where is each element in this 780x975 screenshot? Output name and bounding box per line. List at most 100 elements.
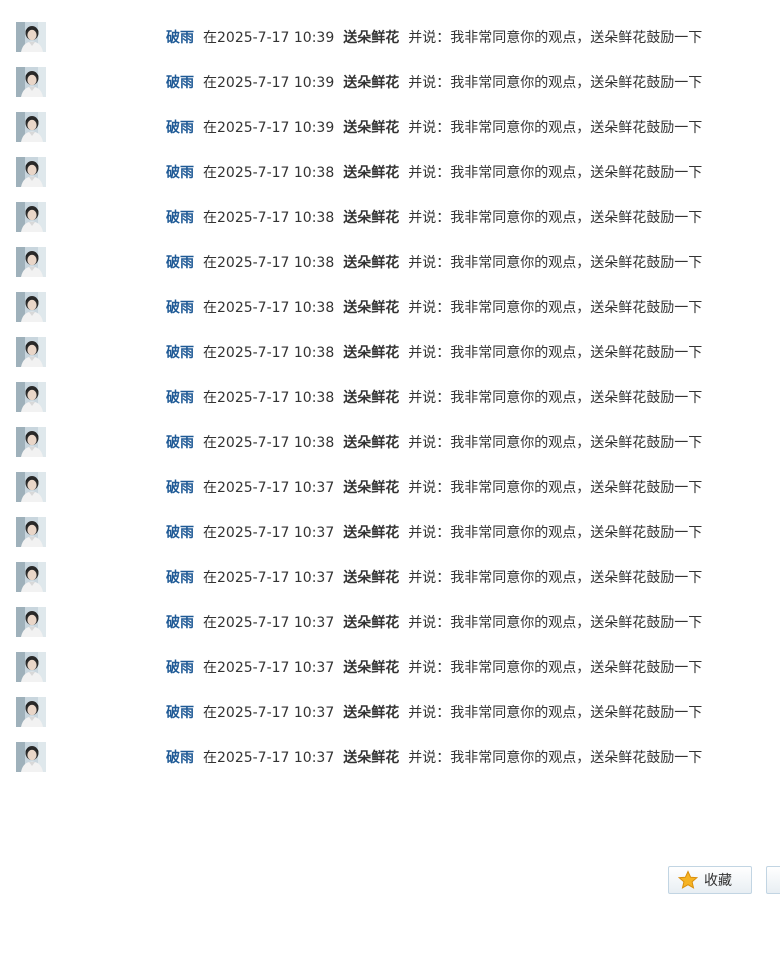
- gift-action: 送朵鲜花: [343, 570, 400, 586]
- timestamp: 在2025-7-17 10:38: [203, 210, 335, 226]
- gift-comment: 并说：我非常同意你的观点，送朵鲜花鼓励一下: [408, 615, 703, 631]
- username-link[interactable]: 破雨: [166, 750, 194, 766]
- user-avatar[interactable]: [16, 112, 46, 142]
- username-link[interactable]: 破雨: [166, 615, 194, 631]
- gift-comment: 并说：我非常同意你的观点，送朵鲜花鼓励一下: [408, 705, 703, 721]
- gift-action: 送朵鲜花: [343, 390, 400, 406]
- feed-item: 破雨 在2025-7-17 10:37 送朵鲜花 并说：我非常同意你的观点，送朵鲜花鼓…: [16, 472, 780, 517]
- username-link[interactable]: 破雨: [166, 165, 194, 181]
- username-link[interactable]: 破雨: [166, 30, 194, 46]
- username-link[interactable]: 破雨: [166, 75, 194, 91]
- feed-item: 破雨 在2025-7-17 10:37 送朵鲜花 并说：我非常同意你的观点，送朵鲜花鼓…: [16, 607, 780, 652]
- feed-item-text: 破雨 在2025-7-17 10:39 送朵鲜花 并说：我非常同意你的观点，送朵鲜花鼓…: [166, 30, 702, 46]
- user-avatar[interactable]: [16, 472, 46, 502]
- flower-gift-feed: 破雨 在2025-7-17 10:39 送朵鲜花 并说：我非常同意你的观点，送朵鲜花鼓…: [16, 22, 780, 787]
- feed-item-text: 破雨 在2025-7-17 10:37 送朵鲜花 并说：我非常同意你的观点，送朵鲜花鼓…: [166, 570, 702, 586]
- favorite-label: 收藏: [704, 873, 732, 889]
- gift-action: 送朵鲜花: [343, 660, 400, 676]
- timestamp: 在2025-7-17 10:37: [203, 570, 335, 586]
- gift-comment: 并说：我非常同意你的观点，送朵鲜花鼓励一下: [408, 120, 703, 136]
- user-avatar[interactable]: [16, 652, 46, 682]
- feed-item: 破雨 在2025-7-17 10:38 送朵鲜花 并说：我非常同意你的观点，送朵鲜花鼓…: [16, 427, 780, 472]
- feed-item: 破雨 在2025-7-17 10:37 送朵鲜花 并说：我非常同意你的观点，送朵鲜花鼓…: [16, 562, 780, 607]
- feed-item: 破雨 在2025-7-17 10:39 送朵鲜花 并说：我非常同意你的观点，送朵鲜花鼓…: [16, 22, 780, 67]
- username-link[interactable]: 破雨: [166, 255, 194, 271]
- user-avatar[interactable]: [16, 427, 46, 457]
- gift-action: 送朵鲜花: [343, 120, 400, 136]
- gift-comment: 并说：我非常同意你的观点，送朵鲜花鼓励一下: [408, 165, 703, 181]
- feed-item-text: 破雨 在2025-7-17 10:38 送朵鲜花 并说：我非常同意你的观点，送朵鲜花鼓…: [166, 390, 702, 406]
- gift-comment: 并说：我非常同意你的观点，送朵鲜花鼓励一下: [408, 570, 703, 586]
- username-link[interactable]: 破雨: [166, 435, 194, 451]
- user-avatar[interactable]: [16, 517, 46, 547]
- feed-item: 破雨 在2025-7-17 10:37 送朵鲜花 并说：我非常同意你的观点，送朵鲜花鼓…: [16, 517, 780, 562]
- feed-item: 破雨 在2025-7-17 10:38 送朵鲜花 并说：我非常同意你的观点，送朵鲜花鼓…: [16, 382, 780, 427]
- feed-item-text: 破雨 在2025-7-17 10:39 送朵鲜花 并说：我非常同意你的观点，送朵鲜花鼓…: [166, 120, 702, 136]
- feed-item-text: 破雨 在2025-7-17 10:38 送朵鲜花 并说：我非常同意你的观点，送朵鲜花鼓…: [166, 165, 702, 181]
- username-link[interactable]: 破雨: [166, 705, 194, 721]
- gift-action: 送朵鲜花: [343, 705, 400, 721]
- feed-item-text: 破雨 在2025-7-17 10:39 送朵鲜花 并说：我非常同意你的观点，送朵鲜花鼓…: [166, 75, 702, 91]
- timestamp: 在2025-7-17 10:38: [203, 300, 335, 316]
- user-avatar[interactable]: [16, 562, 46, 592]
- more-action-button[interactable]: [766, 866, 780, 894]
- user-avatar[interactable]: [16, 67, 46, 97]
- feed-item: 破雨 在2025-7-17 10:38 送朵鲜花 并说：我非常同意你的观点，送朵鲜花鼓…: [16, 292, 780, 337]
- feed-item: 破雨 在2025-7-17 10:37 送朵鲜花 并说：我非常同意你的观点，送朵鲜花鼓…: [16, 697, 780, 742]
- user-avatar[interactable]: [16, 202, 46, 232]
- gift-action: 送朵鲜花: [343, 480, 400, 496]
- timestamp: 在2025-7-17 10:37: [203, 615, 335, 631]
- gift-action: 送朵鲜花: [343, 345, 400, 361]
- gift-action: 送朵鲜花: [343, 165, 400, 181]
- user-avatar[interactable]: [16, 22, 46, 52]
- username-link[interactable]: 破雨: [166, 300, 194, 316]
- gift-action: 送朵鲜花: [343, 255, 400, 271]
- feed-item: 破雨 在2025-7-17 10:37 送朵鲜花 并说：我非常同意你的观点，送朵鲜花鼓…: [16, 742, 780, 787]
- gift-comment: 并说：我非常同意你的观点，送朵鲜花鼓励一下: [408, 345, 703, 361]
- feed-item: 破雨 在2025-7-17 10:39 送朵鲜花 并说：我非常同意你的观点，送朵鲜花鼓…: [16, 67, 780, 112]
- username-link[interactable]: 破雨: [166, 345, 194, 361]
- username-link[interactable]: 破雨: [166, 480, 194, 496]
- timestamp: 在2025-7-17 10:37: [203, 705, 335, 721]
- user-avatar[interactable]: [16, 607, 46, 637]
- username-link[interactable]: 破雨: [166, 390, 194, 406]
- username-link[interactable]: 破雨: [166, 660, 194, 676]
- user-avatar[interactable]: [16, 382, 46, 412]
- feed-item-text: 破雨 在2025-7-17 10:38 送朵鲜花 并说：我非常同意你的观点，送朵鲜花鼓…: [166, 345, 702, 361]
- timestamp: 在2025-7-17 10:38: [203, 255, 335, 271]
- gift-comment: 并说：我非常同意你的观点，送朵鲜花鼓励一下: [408, 390, 703, 406]
- user-avatar[interactable]: [16, 337, 46, 367]
- username-link[interactable]: 破雨: [166, 120, 194, 136]
- username-link[interactable]: 破雨: [166, 525, 194, 541]
- timestamp: 在2025-7-17 10:38: [203, 165, 335, 181]
- feed-item: 破雨 在2025-7-17 10:38 送朵鲜花 并说：我非常同意你的观点，送朵鲜花鼓…: [16, 202, 780, 247]
- timestamp: 在2025-7-17 10:39: [203, 75, 335, 91]
- feed-item: 破雨 在2025-7-17 10:38 送朵鲜花 并说：我非常同意你的观点，送朵鲜花鼓…: [16, 157, 780, 202]
- feed-item-text: 破雨 在2025-7-17 10:37 送朵鲜花 并说：我非常同意你的观点，送朵鲜花鼓…: [166, 705, 702, 721]
- feed-item: 破雨 在2025-7-17 10:38 送朵鲜花 并说：我非常同意你的观点，送朵鲜花鼓…: [16, 247, 780, 292]
- username-link[interactable]: 破雨: [166, 210, 194, 226]
- gift-comment: 并说：我非常同意你的观点，送朵鲜花鼓励一下: [408, 750, 703, 766]
- timestamp: 在2025-7-17 10:38: [203, 435, 335, 451]
- user-avatar[interactable]: [16, 247, 46, 277]
- user-avatar[interactable]: [16, 157, 46, 187]
- gift-comment: 并说：我非常同意你的观点，送朵鲜花鼓励一下: [408, 75, 703, 91]
- gift-action: 送朵鲜花: [343, 30, 400, 46]
- username-link[interactable]: 破雨: [166, 570, 194, 586]
- timestamp: 在2025-7-17 10:37: [203, 750, 335, 766]
- feed-item-text: 破雨 在2025-7-17 10:37 送朵鲜花 并说：我非常同意你的观点，送朵鲜花鼓…: [166, 660, 702, 676]
- timestamp: 在2025-7-17 10:38: [203, 390, 335, 406]
- user-avatar[interactable]: [16, 742, 46, 772]
- favorite-button[interactable]: 收藏: [668, 866, 752, 894]
- feed-item-text: 破雨 在2025-7-17 10:38 送朵鲜花 并说：我非常同意你的观点，送朵鲜花鼓…: [166, 210, 702, 226]
- gift-action: 送朵鲜花: [343, 615, 400, 631]
- timestamp: 在2025-7-17 10:39: [203, 120, 335, 136]
- gift-action: 送朵鲜花: [343, 300, 400, 316]
- timestamp: 在2025-7-17 10:37: [203, 525, 335, 541]
- feed-item-text: 破雨 在2025-7-17 10:38 送朵鲜花 并说：我非常同意你的观点，送朵鲜花鼓…: [166, 300, 702, 316]
- gift-comment: 并说：我非常同意你的观点，送朵鲜花鼓励一下: [408, 480, 703, 496]
- user-avatar[interactable]: [16, 292, 46, 322]
- user-avatar[interactable]: [16, 697, 46, 727]
- gift-comment: 并说：我非常同意你的观点，送朵鲜花鼓励一下: [408, 435, 703, 451]
- feed-item: 破雨 在2025-7-17 10:39 送朵鲜花 并说：我非常同意你的观点，送朵鲜花鼓…: [16, 112, 780, 157]
